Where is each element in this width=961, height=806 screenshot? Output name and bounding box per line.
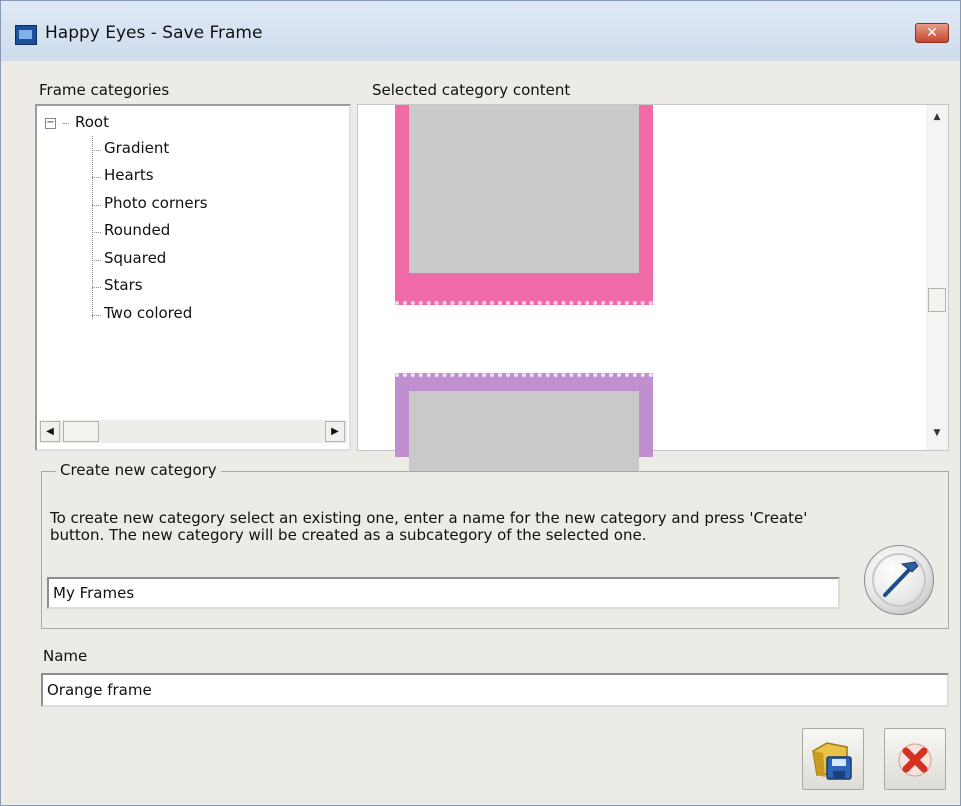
- content-vertical-scrollbar[interactable]: ▲ ▼: [926, 105, 948, 450]
- create-category-legend: Create new category: [56, 461, 221, 479]
- scroll-right-button[interactable]: ▶: [325, 421, 345, 442]
- tree-item-label: Two colored: [104, 304, 193, 322]
- create-category-group: Create new category To create new catego…: [41, 461, 949, 629]
- tree-connector: [92, 136, 93, 319]
- tree-item-label: Hearts: [104, 166, 154, 184]
- tree-item-label: Photo corners: [104, 194, 208, 212]
- save-button[interactable]: [802, 728, 864, 790]
- hammer-icon: [872, 553, 926, 607]
- tree-item-label: Rounded: [104, 221, 171, 239]
- save-icon: [812, 742, 852, 780]
- category-content-label: Selected category content: [372, 81, 571, 99]
- tree-horizontal-scrollbar[interactable]: ◀ ▶: [39, 420, 347, 443]
- window-title: Happy Eyes - Save Frame: [45, 23, 263, 43]
- create-category-help: To create new category select an existin…: [50, 509, 808, 544]
- title-bar: Happy Eyes - Save Frame ✕: [1, 1, 960, 61]
- tree-item-label: Stars: [104, 276, 143, 294]
- scroll-down-button[interactable]: ▼: [926, 423, 948, 443]
- vertical-scroll-thumb[interactable]: [928, 288, 946, 312]
- name-label: Name: [43, 647, 88, 665]
- tree-item-label: Gradient: [104, 139, 170, 157]
- frame-thumbnail-purple[interactable]: [395, 373, 653, 471]
- new-category-input[interactable]: [47, 577, 840, 609]
- cancel-button[interactable]: [884, 728, 946, 790]
- frame-categories-label: Frame categories: [39, 81, 170, 99]
- create-category-button[interactable]: [864, 545, 934, 615]
- close-button[interactable]: ✕: [915, 23, 949, 43]
- collapse-root-icon[interactable]: −: [45, 118, 56, 129]
- cancel-icon: [898, 743, 932, 777]
- frame-thumbnail-pink[interactable]: [395, 105, 653, 305]
- horizontal-scroll-thumb[interactable]: [63, 421, 99, 442]
- app-icon: [15, 25, 37, 45]
- tree-item-label: Squared: [104, 249, 167, 267]
- root-connector: [63, 123, 69, 124]
- category-content-panel[interactable]: ▲ ▼: [357, 104, 949, 471]
- frame-name-input[interactable]: [41, 673, 949, 707]
- scroll-up-button[interactable]: ▲: [926, 107, 948, 127]
- category-tree[interactable]: − Root Gradient Hearts Photo corners Rou…: [35, 104, 351, 451]
- tree-item-root[interactable]: Root: [75, 113, 109, 131]
- scroll-left-button[interactable]: ◀: [40, 421, 60, 442]
- save-frame-dialog: Happy Eyes - Save Frame ✕ Frame categori…: [0, 0, 961, 806]
